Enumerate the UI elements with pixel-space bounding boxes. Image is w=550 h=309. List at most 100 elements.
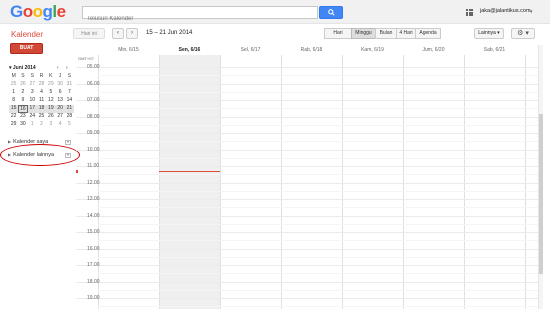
mini-calendar-day[interactable]: 29 xyxy=(9,121,18,129)
mini-calendar-day[interactable]: 25 xyxy=(9,81,18,89)
search-input[interactable] xyxy=(83,13,317,25)
chevron-down-icon[interactable]: ▾ xyxy=(530,9,533,15)
mini-calendar-dow: S xyxy=(30,73,34,79)
mini-calendar-day[interactable]: 18 xyxy=(36,105,47,113)
mini-calendar-day[interactable]: 16 xyxy=(18,105,28,113)
account-email[interactable]: jaka@jalantikus.com xyxy=(480,8,531,14)
mini-calendar-day[interactable]: 5 xyxy=(46,89,55,97)
google-logo[interactable]: Google xyxy=(10,2,66,22)
hour-label: 19.00 xyxy=(87,295,100,301)
hour-label: 15.00 xyxy=(87,229,100,235)
hour-line xyxy=(76,248,538,250)
mini-calendar-day[interactable]: 1 xyxy=(28,121,37,129)
mini-calendar-day[interactable]: 12 xyxy=(46,97,55,105)
view-button-2[interactable]: Bulan xyxy=(375,28,397,39)
create-button[interactable]: BUAT xyxy=(10,43,43,54)
today-button[interactable]: Hari ini xyxy=(73,28,105,39)
mini-calendar-day[interactable]: 3 xyxy=(28,89,37,97)
mini-calendar-day[interactable]: 28 xyxy=(65,113,74,121)
current-time-line xyxy=(159,171,220,173)
mini-calendar-day[interactable]: 2 xyxy=(37,121,46,129)
search-box xyxy=(82,6,318,25)
day-header[interactable]: Jum, 6/20 xyxy=(403,45,464,55)
half-hour-line xyxy=(98,289,538,291)
mini-calendar-day[interactable]: 26 xyxy=(18,81,27,89)
mini-calendar-day[interactable]: 28 xyxy=(37,81,46,89)
mini-calendar-day[interactable]: 17 xyxy=(27,105,37,113)
hour-label: 13.00 xyxy=(87,196,100,202)
day-header[interactable]: Min, 6/15 xyxy=(98,45,159,55)
hour-line xyxy=(76,149,538,151)
half-hour-line xyxy=(98,108,538,110)
mini-calendar-day[interactable]: 27 xyxy=(28,81,37,89)
my-calendars-dropdown-icon[interactable]: ▾ xyxy=(65,140,71,145)
app-title: Kalender xyxy=(11,30,44,39)
hour-label: 08.00 xyxy=(87,113,100,120)
mini-calendar-dow: S xyxy=(21,73,25,79)
hour-line xyxy=(76,116,538,118)
apps-grid-icon[interactable] xyxy=(466,9,473,16)
search-icon xyxy=(327,9,335,16)
mini-calendar-day[interactable]: 4 xyxy=(37,89,46,97)
view-button-1[interactable]: Minggu xyxy=(351,28,376,39)
mini-calendar-day[interactable]: 22 xyxy=(9,113,18,121)
mini-calendar-day[interactable]: 21 xyxy=(64,105,75,113)
scrollbar-thumb[interactable] xyxy=(539,114,543,274)
mini-calendar-day[interactable]: 19 xyxy=(46,105,56,113)
mini-calendar-day[interactable]: 29 xyxy=(46,81,55,89)
more-button[interactable]: Lainnya ▾ xyxy=(474,28,504,39)
hour-label: 06.00 xyxy=(87,80,100,87)
half-hour-line xyxy=(98,306,538,308)
mini-prev-icon[interactable]: ‹ xyxy=(57,65,59,71)
mini-calendar-day[interactable]: 13 xyxy=(55,97,64,105)
mini-calendar-day[interactable]: 1 xyxy=(9,89,18,97)
mini-calendar-day[interactable]: 26 xyxy=(46,113,55,121)
mini-calendar-day[interactable]: 15 xyxy=(9,105,19,113)
day-header[interactable]: Rab, 6/18 xyxy=(281,45,342,55)
view-button-3[interactable]: 4 Hari xyxy=(396,28,416,39)
hour-line xyxy=(76,133,538,134)
gear-icon[interactable]: ⚙ ▾ xyxy=(511,28,535,39)
hour-line xyxy=(76,83,538,85)
logo-letter: o xyxy=(22,2,33,21)
week-grid[interactable]: GMT+07 Min, 6/15 Sen, 6/16 Sel, 6/17 Rab, 6… xyxy=(76,45,538,309)
mini-calendar-grid: M S S R K J S 25 26 27 28 29 30 31 1 2 3 4 5 6 7 8 9 10 11 12 13 14… xyxy=(9,73,75,129)
view-button-0[interactable]: Hari xyxy=(324,28,352,39)
mini-calendar-day[interactable]: 20 xyxy=(55,105,65,113)
mini-calendar-day[interactable]: 8 xyxy=(9,97,18,105)
next-week-button[interactable]: › xyxy=(126,28,138,39)
mini-calendar-day[interactable]: 9 xyxy=(18,97,27,105)
hour-line xyxy=(76,100,538,101)
half-hour-line xyxy=(98,157,538,159)
mini-next-icon[interactable]: › xyxy=(66,65,68,71)
search-button[interactable] xyxy=(319,6,343,19)
view-button-4[interactable]: Agenda xyxy=(415,28,441,39)
mini-calendar-day[interactable]: 30 xyxy=(55,81,64,89)
mini-calendar-day[interactable]: 31 xyxy=(65,81,74,89)
mini-calendar-month[interactable]: ▾ Juni 2014 xyxy=(9,65,36,71)
mini-calendar-day[interactable]: 11 xyxy=(37,97,46,105)
day-header[interactable]: Sel, 6/17 xyxy=(220,45,281,55)
mini-calendar-day[interactable]: 2 xyxy=(18,89,27,97)
day-header[interactable]: Sen, 6/16 xyxy=(159,45,220,55)
mini-calendar-day[interactable]: 5 xyxy=(65,121,74,129)
mini-calendar-day[interactable]: 24 xyxy=(28,113,37,121)
day-header[interactable]: Sab, 6/21 xyxy=(464,45,525,55)
mini-calendar-day[interactable]: 14 xyxy=(65,97,74,105)
prev-week-button[interactable]: ‹ xyxy=(112,28,124,39)
mini-calendar-day[interactable]: 27 xyxy=(55,113,64,121)
logo-letter: o xyxy=(32,2,43,21)
hour-label: 11.00 xyxy=(87,163,100,169)
mini-calendar-day[interactable]: 30 xyxy=(18,121,27,129)
mini-calendar-day[interactable]: 25 xyxy=(37,113,46,121)
mini-calendar-day[interactable]: 3 xyxy=(46,121,55,129)
hour-line xyxy=(76,265,538,266)
mini-calendar-day[interactable]: 23 xyxy=(18,113,27,121)
date-range: 15 – 21 Jun 2014 xyxy=(146,30,193,36)
mini-calendar-day[interactable]: 6 xyxy=(55,89,64,97)
mini-calendar-day[interactable]: 7 xyxy=(65,89,74,97)
day-header[interactable]: Kam, 6/19 xyxy=(342,45,403,55)
mini-calendar-day[interactable]: 4 xyxy=(55,121,64,129)
mini-calendar-day[interactable]: 10 xyxy=(28,97,37,105)
hour-line xyxy=(76,298,538,299)
